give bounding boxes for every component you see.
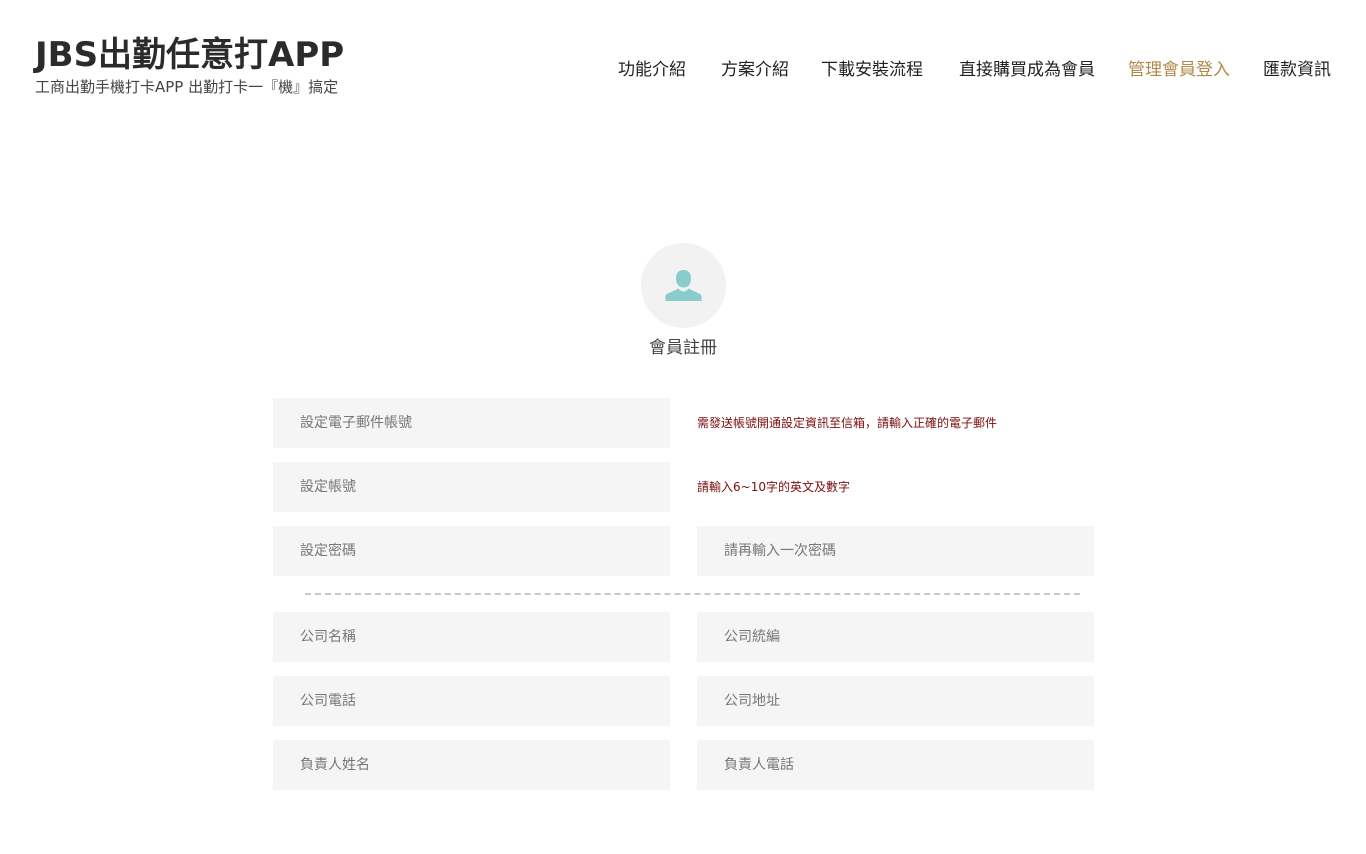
password-field[interactable]: [273, 526, 670, 576]
nav-item-member-login[interactable]: 管理會員登入: [1128, 58, 1230, 82]
nav-item-remittance-info[interactable]: 匯款資訊: [1263, 58, 1331, 82]
owner-phone-field[interactable]: [697, 740, 1094, 790]
company-name-field[interactable]: [273, 612, 670, 662]
form-divider: [305, 593, 1080, 595]
nav-item-plans[interactable]: 方案介紹: [721, 58, 789, 82]
account-field[interactable]: [273, 462, 670, 512]
nav-item-features[interactable]: 功能介紹: [618, 58, 686, 82]
nav-item-download-install[interactable]: 下載安裝流程: [821, 58, 923, 82]
nav-item-buy-membership[interactable]: 直接購買成為會員: [959, 58, 1095, 82]
main-nav: 功能介紹 方案介紹 下載安裝流程 直接購買成為會員 管理會員登入 匯款資訊: [0, 58, 1366, 82]
password-confirm-field[interactable]: [697, 526, 1094, 576]
email-field[interactable]: [273, 398, 670, 448]
user-avatar: [641, 243, 726, 328]
company-tax-id-field[interactable]: [697, 612, 1094, 662]
page: JBS出勤任意打APP 工商出勤手機打卡APP 出勤打卡一『機』搞定 功能介紹 …: [0, 0, 1366, 854]
user-icon: [665, 270, 702, 301]
company-phone-field[interactable]: [273, 676, 670, 726]
register-title: 會員註冊: [649, 338, 717, 358]
email-hint: 需發送帳號開通設定資訊至信箱，請輸入正確的電子郵件: [697, 416, 998, 430]
owner-name-field[interactable]: [273, 740, 670, 790]
company-address-field[interactable]: [697, 676, 1094, 726]
account-hint: 請輸入6~10字的英文及數字: [697, 480, 850, 494]
